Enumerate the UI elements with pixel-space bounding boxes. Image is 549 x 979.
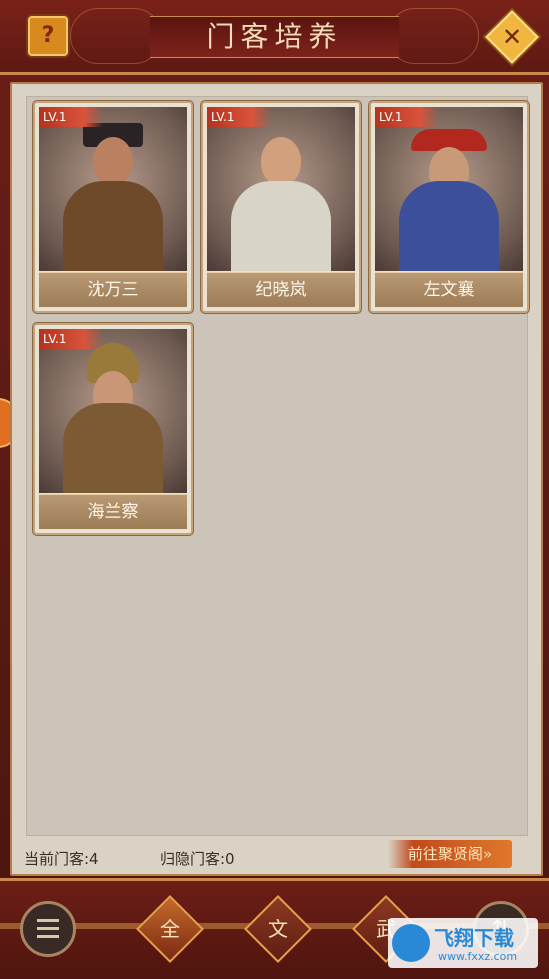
portrait-head: [93, 137, 133, 185]
watermark-url: www.fxxz.com: [438, 950, 518, 963]
retainer-panel: LV.1 沈万三 LV.1 纪晓岚 LV.1 左文襄 LV.1 海兰察: [10, 82, 543, 876]
filter-civil-button[interactable]: 文: [244, 895, 312, 963]
header-ornament-right: [387, 8, 479, 64]
help-button[interactable]: ?: [28, 16, 68, 56]
close-icon: ✕: [501, 23, 523, 51]
filter-civil-label: 文: [268, 917, 288, 941]
level-badge: LV.1: [207, 107, 271, 127]
retainer-portrait: [39, 329, 187, 493]
filter-all-label: 全: [160, 917, 180, 941]
retainer-portrait: [207, 107, 355, 271]
retainer-portrait: [39, 107, 187, 271]
watermark-logo-icon: [392, 924, 430, 962]
retainer-card[interactable]: LV.1 沈万三: [33, 101, 193, 313]
watermark: 飞翔下载 www.fxxz.com: [388, 918, 538, 968]
retainer-card[interactable]: LV.1 海兰察: [33, 323, 193, 535]
header-bar: ? 门客培养 ✕: [0, 0, 549, 75]
menu-button[interactable]: [20, 901, 76, 957]
filter-all-button[interactable]: 全: [136, 895, 204, 963]
watermark-text: 飞翔下载: [434, 926, 514, 950]
close-button[interactable]: ✕: [485, 10, 539, 64]
level-badge: LV.1: [39, 107, 103, 127]
retired-retainers-count: 归隐门客:0: [160, 850, 235, 868]
portrait-head: [261, 137, 301, 185]
help-icon: ?: [41, 23, 55, 48]
level-badge: LV.1: [375, 107, 439, 127]
current-retainers-count: 当前门客:4: [24, 850, 99, 868]
level-badge: LV.1: [39, 329, 103, 349]
retainer-grid: LV.1 沈万三 LV.1 纪晓岚 LV.1 左文襄 LV.1 海兰察: [26, 96, 529, 836]
retainer-name: 海兰察: [39, 494, 187, 529]
retainer-name: 左文襄: [375, 272, 523, 307]
retainer-name: 纪晓岚: [207, 272, 355, 307]
menu-icon: [37, 919, 59, 922]
portrait-body: [63, 181, 163, 271]
retainer-name: 沈万三: [39, 272, 187, 307]
retainer-portrait: [375, 107, 523, 271]
page-title: 门客培养: [150, 16, 399, 58]
goto-hall-link[interactable]: 前往聚贤阁»: [388, 840, 512, 868]
menu-icon: [37, 927, 59, 930]
retainer-card[interactable]: LV.1 纪晓岚: [201, 101, 361, 313]
retainer-card[interactable]: LV.1 左文襄: [369, 101, 529, 313]
game-window: ? 门客培养 ✕ LV.1 沈万三 LV.1 纪晓岚 LV.1 左文襄 LV.1…: [0, 0, 549, 979]
portrait-body: [399, 181, 499, 271]
menu-icon: [37, 935, 59, 938]
portrait-body: [231, 181, 331, 271]
portrait-body: [63, 403, 163, 493]
header-ornament-left: [70, 8, 162, 64]
